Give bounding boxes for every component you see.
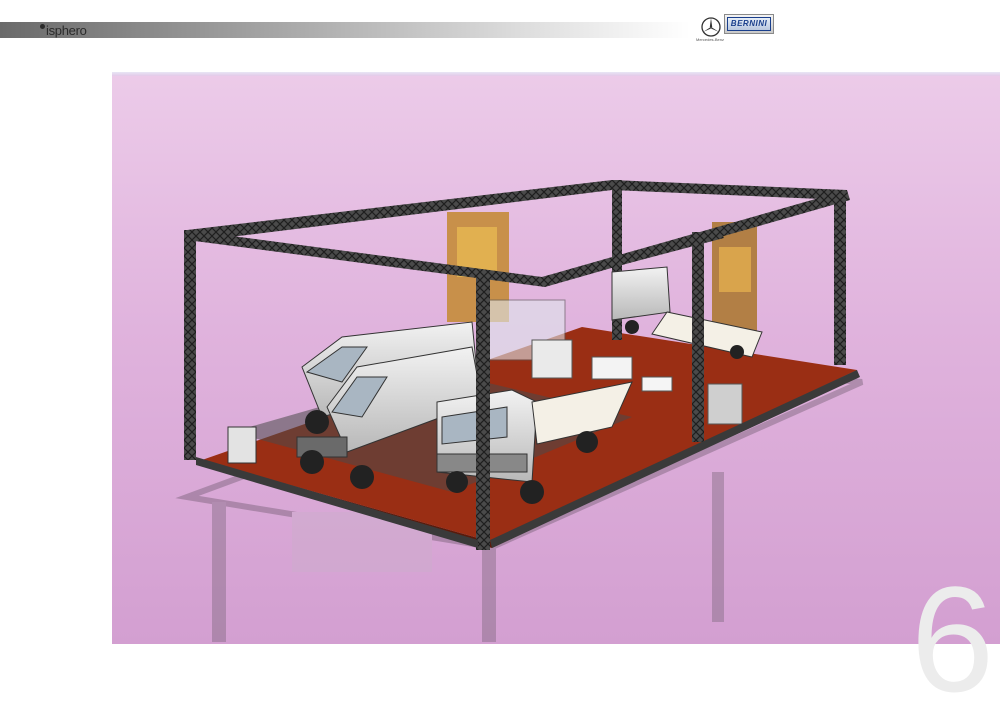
truss-post-front-right (692, 232, 704, 442)
brand-mark-icon (40, 24, 45, 29)
stand-render-image (112, 72, 1000, 644)
truss-post-back-right (834, 190, 846, 365)
page-number: 6 (910, 555, 995, 723)
exhibition-stand-illustration (175, 180, 864, 642)
counter-left (531, 339, 573, 379)
truss-post-front-middle (476, 272, 490, 550)
truss-post-front-left (184, 230, 196, 460)
sofa (591, 356, 633, 380)
reception-desk (707, 383, 743, 425)
bernini-logo: BERNINI (724, 14, 774, 34)
bernini-label: BERNINI (727, 17, 771, 31)
header-bar (0, 22, 690, 38)
brand-logo: isphero (40, 23, 87, 41)
brand-name: isphero (46, 23, 87, 38)
mercedes-caption: Mercedes-Benz (695, 37, 724, 42)
